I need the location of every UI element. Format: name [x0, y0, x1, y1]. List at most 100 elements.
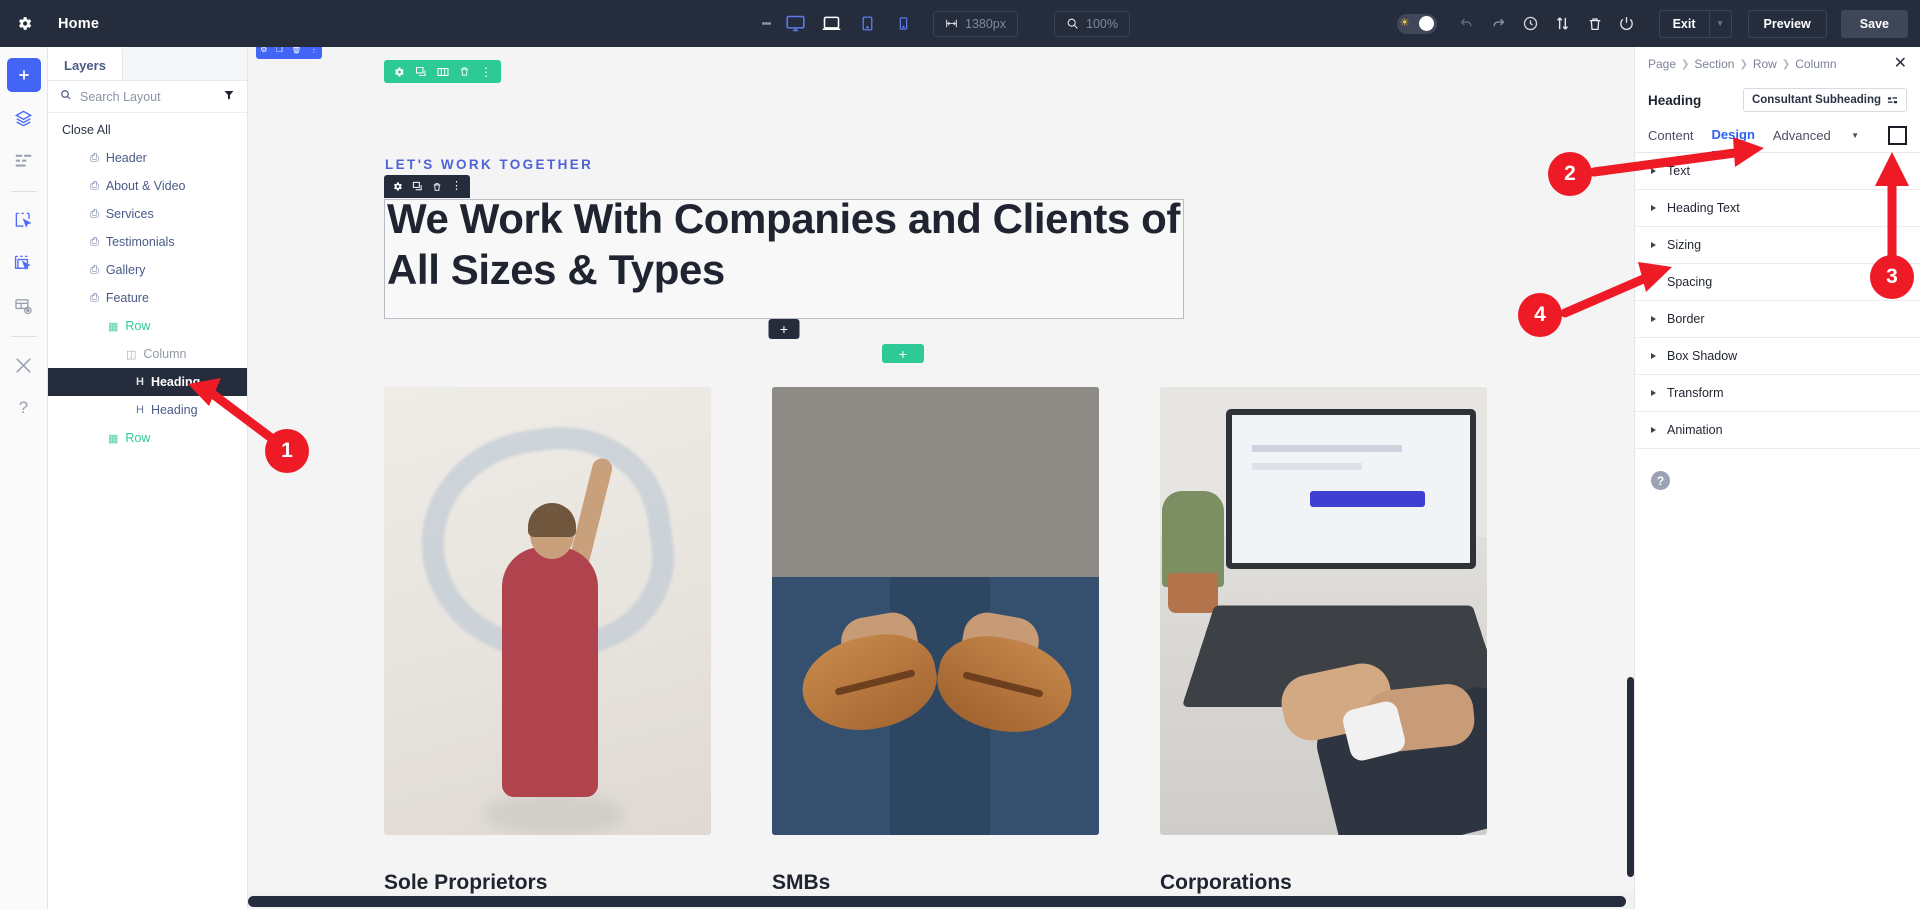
layer-label: Gallery	[106, 263, 146, 277]
search-icon	[60, 89, 72, 104]
power-icon[interactable]	[1611, 0, 1643, 47]
rail-item-select-element[interactable]	[7, 203, 41, 237]
section-animation[interactable]: Animation	[1635, 412, 1920, 449]
eyebrow-text: LET'S WORK TOGETHER	[385, 157, 593, 172]
rail-divider	[11, 191, 37, 192]
layer-item-heading-2[interactable]: H Heading	[48, 396, 247, 424]
close-icon[interactable]: ✕	[1894, 56, 1907, 72]
trash-icon[interactable]	[459, 66, 470, 77]
filter-icon[interactable]	[223, 89, 235, 104]
tab-design[interactable]: Design	[1712, 118, 1755, 154]
kebab-icon[interactable]: ⋮	[310, 47, 318, 54]
section-icon: ⎙	[90, 264, 99, 277]
gear-icon[interactable]: ⚙	[260, 47, 267, 54]
card-smbs[interactable]: SMBs Small and medium-sized businesses	[772, 387, 1099, 909]
rail-item-layers[interactable]	[7, 101, 41, 135]
exit-chevron-down-icon[interactable]: ▼	[1709, 11, 1731, 37]
layer-item-header[interactable]: ⎙ Header	[48, 144, 247, 172]
breadcrumb-page[interactable]: Page	[1648, 57, 1676, 71]
section-spacing[interactable]: Spacing	[1635, 264, 1920, 301]
selected-heading-block[interactable]: ⋮ We Work With Companies and Clients of …	[384, 199, 1184, 319]
history-clock-icon[interactable]	[1515, 0, 1547, 47]
duplicate-icon[interactable]: ❐	[276, 47, 283, 54]
exit-button[interactable]: Exit	[1660, 17, 1709, 31]
redo-icon[interactable]	[1483, 0, 1515, 47]
save-button[interactable]: Save	[1841, 10, 1908, 38]
layer-item-testimonials[interactable]: ⎙ Testimonials	[48, 228, 247, 256]
section-box-shadow[interactable]: Box Shadow	[1635, 338, 1920, 375]
columns-icon[interactable]	[437, 66, 449, 78]
canvas-width-field[interactable]: 1380px	[933, 11, 1018, 37]
exit-button-group[interactable]: Exit ▼	[1659, 10, 1732, 38]
tab-advanced[interactable]: Advanced	[1773, 119, 1831, 152]
rail-item-add-element[interactable]	[7, 58, 41, 92]
device-tablet-icon[interactable]	[849, 0, 885, 47]
section-heading-text[interactable]: Heading Text	[1635, 190, 1920, 227]
kebab-icon[interactable]: ⋮	[451, 181, 462, 192]
settings-gear-icon[interactable]	[0, 15, 48, 32]
section-border[interactable]: Border	[1635, 301, 1920, 338]
gear-icon[interactable]	[393, 66, 405, 78]
trash-icon[interactable]: 🗑	[291, 47, 301, 54]
close-all-button[interactable]: Close All	[48, 113, 247, 144]
trash-icon[interactable]	[432, 182, 442, 192]
search-input[interactable]: Search Layout	[80, 90, 215, 104]
rail-item-tools[interactable]	[7, 348, 41, 382]
breadcrumb-row[interactable]: Row	[1753, 57, 1777, 71]
layers-tabbar: Layers	[48, 47, 247, 81]
add-element-button[interactable]: +	[769, 319, 800, 339]
section-transform[interactable]: Transform	[1635, 375, 1920, 412]
layer-item-row[interactable]: ▦ Row	[48, 312, 247, 340]
gear-icon[interactable]	[392, 181, 403, 192]
layer-item-column[interactable]: ◫ Column	[48, 340, 247, 368]
help-icon[interactable]: ?	[1651, 471, 1670, 490]
layer-item-heading-selected[interactable]: H Heading	[48, 368, 247, 396]
breadcrumb-column[interactable]: Column	[1795, 57, 1836, 71]
rail-item-multi-select[interactable]	[7, 246, 41, 280]
canvas-vertical-scrollbar[interactable]	[1627, 677, 1634, 877]
device-laptop-icon[interactable]	[813, 0, 849, 47]
tab-content[interactable]: Content	[1648, 119, 1694, 152]
section-label: Transform	[1667, 386, 1724, 400]
layer-item-about-video[interactable]: ⎙ About & Video	[48, 172, 247, 200]
layer-item-row-2[interactable]: ▦ Row	[48, 424, 247, 452]
section-toolbar[interactable]: ⚙ ❐ 🗑 ⋮	[256, 47, 322, 59]
chevron-right-icon	[1651, 279, 1656, 285]
tab-layers[interactable]: Layers	[48, 47, 123, 80]
rail-item-content-blocks[interactable]	[7, 144, 41, 178]
zoom-field[interactable]: 100%	[1054, 11, 1130, 37]
duplicate-icon[interactable]	[415, 66, 427, 78]
duplicate-icon[interactable]	[412, 181, 423, 192]
rail-item-help[interactable]: ?	[7, 391, 41, 425]
row-toolbar[interactable]: ⋮	[384, 60, 501, 83]
sort-arrows-icon[interactable]	[1547, 0, 1579, 47]
kebab-icon[interactable]: ⋮	[480, 66, 492, 78]
card-corporations[interactable]: Corporations Our consulting services can…	[1160, 387, 1487, 909]
preset-selector[interactable]: Consultant Subheading	[1743, 88, 1907, 112]
section-label: Sizing	[1667, 238, 1701, 252]
scrollbar-thumb[interactable]	[248, 896, 1626, 907]
layer-item-services[interactable]: ⎙ Services	[48, 200, 247, 228]
canvas-horizontal-scrollbar[interactable]	[248, 894, 1634, 909]
preview-button[interactable]: Preview	[1748, 10, 1827, 38]
card-sole-proprietors[interactable]: Sole Proprietors As a sole proprietor, y…	[384, 387, 711, 909]
breadcrumb-section[interactable]: Section	[1694, 57, 1734, 71]
trash-icon[interactable]	[1579, 0, 1611, 47]
add-row-button[interactable]: +	[882, 344, 924, 363]
undo-icon[interactable]	[1451, 0, 1483, 47]
chevron-down-icon[interactable]: ▼	[1851, 131, 1859, 140]
kebab-icon[interactable]	[755, 0, 777, 47]
section-text[interactable]: Text	[1635, 153, 1920, 190]
light-dark-toggle[interactable]: ☀	[1397, 14, 1437, 34]
square-outline-icon[interactable]	[1888, 126, 1907, 145]
rail-item-page-settings[interactable]	[7, 289, 41, 323]
search-layout-row[interactable]: Search Layout	[48, 81, 247, 113]
left-icon-rail: ?	[0, 47, 48, 909]
device-mobile-icon[interactable]	[885, 0, 921, 47]
device-desktop-icon[interactable]	[777, 0, 813, 47]
layer-item-feature[interactable]: ⎙ Feature	[48, 284, 247, 312]
layer-item-gallery[interactable]: ⎙ Gallery	[48, 256, 247, 284]
editor-canvas[interactable]: ⚙ ❐ 🗑 ⋮ ⋮ LET'S WORK TOGETHER	[248, 47, 1634, 909]
card-image-hands-laptop	[1160, 387, 1487, 835]
section-sizing[interactable]: Sizing	[1635, 227, 1920, 264]
